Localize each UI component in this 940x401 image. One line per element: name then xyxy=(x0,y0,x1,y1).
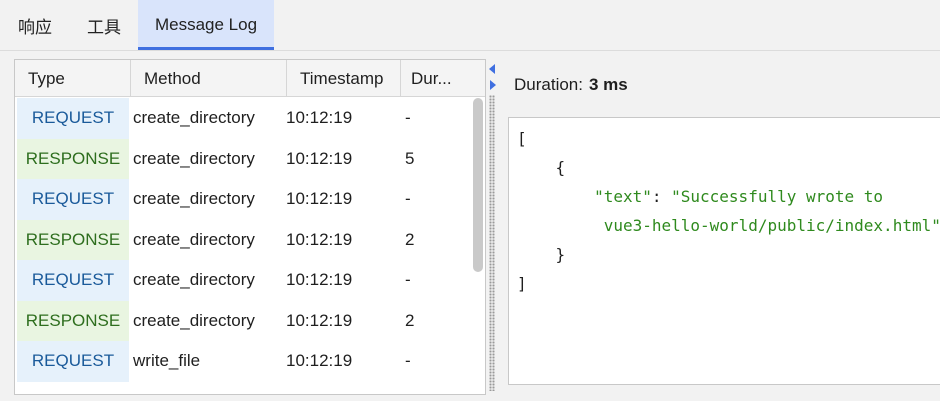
method-cell: create_directory xyxy=(133,310,255,330)
type-cell: RESPONSE xyxy=(17,300,129,341)
tab-tools[interactable]: 工具 xyxy=(70,0,138,50)
message-log-table: Type Method Timestamp Dur... REQUEST cre… xyxy=(14,59,486,395)
table-row[interactable]: RESPONSE create_directory 10:12:19 2 xyxy=(15,219,471,260)
scrollbar-thumb[interactable] xyxy=(473,98,483,272)
timestamp-cell: 10:12:19 xyxy=(286,148,353,168)
duration-cell: - xyxy=(405,189,411,209)
timestamp-cell: 10:12:19 xyxy=(286,108,353,128)
json-key: "text" xyxy=(594,187,652,206)
json-open-bracket: [ xyxy=(517,129,527,148)
column-header-timestamp[interactable]: Timestamp xyxy=(287,60,401,97)
type-cell: REQUEST xyxy=(17,98,129,139)
duration-cell: 2 xyxy=(405,310,415,330)
json-colon: : xyxy=(651,187,672,206)
table-vertical-scrollbar[interactable] xyxy=(473,98,485,394)
timestamp-cell: 10:12:19 xyxy=(286,189,353,209)
type-cell: REQUEST xyxy=(17,260,129,301)
table-row[interactable]: RESPONSE create_directory 10:12:19 2 xyxy=(15,300,471,341)
column-header-method[interactable]: Method xyxy=(131,60,287,97)
type-cell: RESPONSE xyxy=(17,219,129,260)
method-cell: create_directory xyxy=(133,270,255,290)
duration-cell: 5 xyxy=(405,148,415,168)
json-close-bracket: ] xyxy=(517,274,527,293)
json-string-value-line1: "Successfully wrote to xyxy=(671,187,884,206)
tab-response[interactable]: 响应 xyxy=(0,0,70,50)
timestamp-cell: 10:12:19 xyxy=(286,310,353,330)
tab-message-log[interactable]: Message Log xyxy=(138,0,274,50)
table-row[interactable]: RESPONSE create_directory 10:12:19 5 xyxy=(15,138,471,179)
expand-right-arrow-icon[interactable] xyxy=(490,80,496,90)
table-header: Type Method Timestamp Dur... xyxy=(15,60,485,97)
duration-row: Duration: 3 ms xyxy=(514,73,628,97)
method-cell: create_directory xyxy=(133,189,255,209)
json-close-brace: } xyxy=(555,245,566,264)
duration-cell: - xyxy=(405,108,411,128)
type-cell: REQUEST xyxy=(17,341,129,382)
json-string-value-line2: vue3-hello-world/public/index.html" xyxy=(603,216,940,235)
table-row[interactable]: REQUEST write_file 10:12:19 - xyxy=(15,341,471,382)
message-detail-panel: Duration: 3 ms [ { "text": "Successfully… xyxy=(498,59,940,395)
column-header-type[interactable]: Type xyxy=(15,60,131,97)
table-row[interactable]: REQUEST create_directory 10:12:19 - xyxy=(15,98,471,139)
json-open-brace: { xyxy=(555,158,566,177)
timestamp-cell: 10:12:19 xyxy=(286,229,353,249)
type-cell: RESPONSE xyxy=(17,138,129,179)
json-content: [ { "text": "Successfully wrote to vue3-… xyxy=(517,124,940,298)
duration-label: Duration: xyxy=(514,75,583,94)
timestamp-cell: 10:12:19 xyxy=(286,270,353,290)
duration-cell: - xyxy=(405,351,411,371)
table-row[interactable]: REQUEST create_directory 10:12:19 - xyxy=(15,179,471,220)
table-row[interactable]: REQUEST create_directory 10:12:19 - xyxy=(15,260,471,301)
method-cell: create_directory xyxy=(133,108,255,128)
drag-handle-icon[interactable] xyxy=(489,95,495,391)
duration-value: 3 ms xyxy=(588,75,628,94)
method-cell: write_file xyxy=(133,351,201,371)
json-viewer[interactable]: [ { "text": "Successfully wrote to vue3-… xyxy=(508,117,940,385)
duration-cell: - xyxy=(405,270,411,290)
column-header-duration[interactable]: Dur... xyxy=(401,60,469,97)
tab-bar: 响应 工具 Message Log xyxy=(0,0,940,51)
timestamp-cell: 10:12:19 xyxy=(286,351,353,371)
table-body: REQUEST create_directory 10:12:19 - RESP… xyxy=(15,98,471,382)
type-cell: REQUEST xyxy=(17,179,129,220)
collapse-left-arrow-icon[interactable] xyxy=(489,64,495,74)
method-cell: create_directory xyxy=(133,148,255,168)
duration-cell: 2 xyxy=(405,229,415,249)
method-cell: create_directory xyxy=(133,229,255,249)
split-pane-divider[interactable] xyxy=(486,59,498,395)
